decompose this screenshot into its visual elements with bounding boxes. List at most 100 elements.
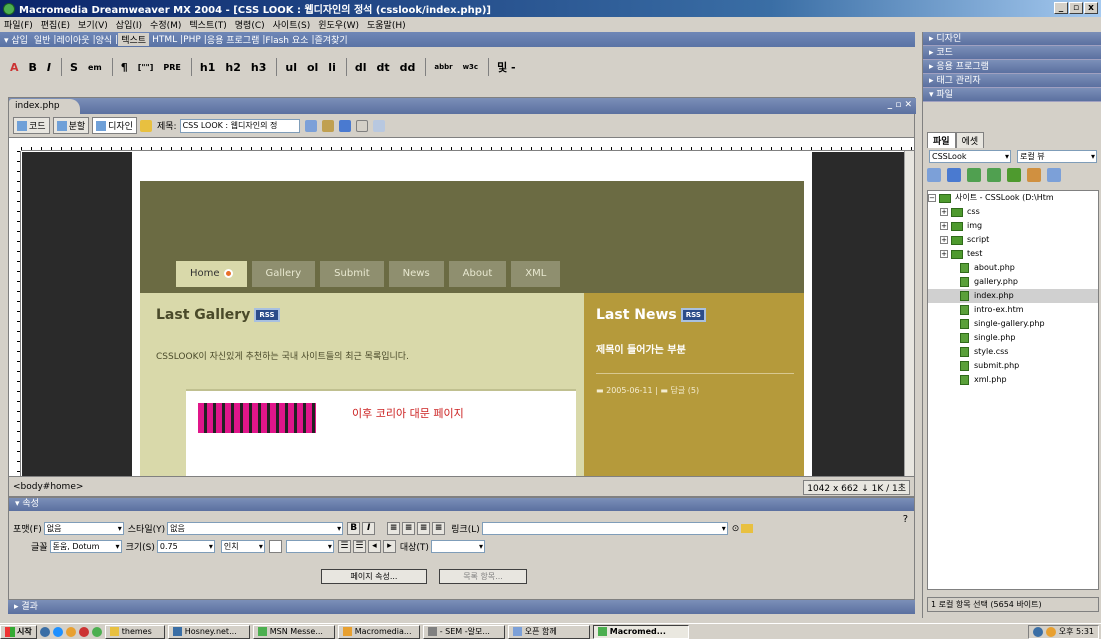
vertical-scrollbar[interactable] <box>904 151 914 476</box>
abbr-button[interactable]: abbr <box>434 63 452 71</box>
task-msn[interactable]: MSN Messe... <box>252 624 335 639</box>
strong-button[interactable]: S <box>70 61 78 74</box>
font-select[interactable]: 돋움, Dotum <box>49 540 122 553</box>
insert-tab-favorites[interactable]: 즐겨찾기 <box>314 33 347 46</box>
news-comments[interactable]: 답글 (5) <box>671 386 700 395</box>
task-open-share[interactable]: 오픈 함께 <box>507 624 590 639</box>
nav-news[interactable]: News <box>388 261 444 287</box>
justify-icon[interactable]: ≡ <box>432 522 446 535</box>
tab-assets[interactable]: 에셋 <box>955 132 985 148</box>
split-view-button[interactable]: 분할 <box>52 117 90 134</box>
task-themes[interactable]: themes <box>104 624 165 639</box>
acronym-button[interactable]: w3c <box>463 63 479 71</box>
task-macromedia[interactable]: Macromedia... <box>337 624 420 639</box>
quicklaunch-desktop-icon[interactable] <box>39 626 50 637</box>
design-view-button[interactable]: 디자인 <box>92 117 137 134</box>
unordered-list-icon[interactable]: ☰ <box>337 540 351 553</box>
nav-xml[interactable]: XML <box>511 261 561 287</box>
news-title[interactable]: 제목이 들어가는 부분 <box>596 341 686 356</box>
menu-insert[interactable]: 삽입(I) <box>116 18 142 31</box>
menu-modify[interactable]: 수정(M) <box>150 18 181 31</box>
get-files-icon[interactable] <box>967 168 981 182</box>
tree-file[interactable]: xml.php <box>928 373 1098 387</box>
nav-about[interactable]: About <box>448 261 507 287</box>
help-icon[interactable]: ? <box>903 514 908 525</box>
insert-tab-common[interactable]: 일반 <box>34 33 51 46</box>
paragraph-button[interactable]: ¶ <box>121 61 128 74</box>
tree-file[interactable]: about.php <box>928 261 1098 275</box>
tree-file-selected[interactable]: index.php <box>928 289 1098 303</box>
dl-button[interactable]: dl <box>355 61 367 74</box>
results-panel-header[interactable]: ▸ 결과 <box>8 600 915 614</box>
tree-file[interactable]: gallery.php <box>928 275 1098 289</box>
insert-tab-php[interactable]: PHP <box>183 35 201 45</box>
nav-submit[interactable]: Submit <box>320 261 384 287</box>
quicklaunch-app-icon[interactable] <box>78 626 89 637</box>
link-input[interactable] <box>481 522 728 535</box>
panel-application[interactable]: ▸ 응용 프로그램 <box>923 60 1101 74</box>
gallery-card[interactable]: 이후 코리아 대문 페이지 <box>186 389 576 476</box>
style-select[interactable]: 없음 <box>167 522 344 535</box>
bold-button[interactable]: B <box>29 61 37 74</box>
site-select[interactable]: CSSLook <box>929 150 1011 163</box>
pre-button[interactable]: PRE <box>163 63 181 72</box>
outdent-icon[interactable]: ◂ <box>367 540 381 553</box>
panel-files[interactable]: ▾ 파일 <box>923 88 1101 102</box>
browser-check-icon[interactable] <box>338 119 351 132</box>
design-canvas[interactable]: Home Gallery Submit News About XML Last … <box>22 152 905 476</box>
tree-file[interactable]: single-gallery.php <box>928 317 1098 331</box>
h1-button[interactable]: h1 <box>200 61 216 74</box>
unit-select[interactable]: 인치 <box>220 540 265 553</box>
connect-icon[interactable] <box>927 168 941 182</box>
size-select[interactable]: 0.75 <box>156 540 215 553</box>
menu-site[interactable]: 사이트(S) <box>273 18 311 31</box>
tree-folder[interactable]: + img <box>928 219 1098 233</box>
gallery-card-title[interactable]: 이후 코리아 대문 페이지 <box>352 405 464 421</box>
h3-button[interactable]: h3 <box>251 61 267 74</box>
rss-badge[interactable]: RSS <box>680 308 706 322</box>
text-color-input[interactable] <box>285 540 334 553</box>
tree-file[interactable]: intro-ex.htm <box>928 303 1098 317</box>
document-title-input[interactable]: CSS LOOK : 웹디자인의 정 <box>179 118 300 133</box>
put-files-icon[interactable] <box>987 168 1001 182</box>
list-item-button[interactable]: 목록 항목... <box>439 569 527 584</box>
align-left-icon[interactable]: ≡ <box>387 522 401 535</box>
document-tab[interactable]: index.php <box>9 99 80 114</box>
insert-tab-flash[interactable]: Flash 요소 <box>265 33 308 46</box>
panel-code[interactable]: ▸ 코드 <box>923 46 1101 60</box>
insert-tab-layout[interactable]: 레이아웃 <box>56 33 89 46</box>
dt-button[interactable]: dt <box>377 61 390 74</box>
tray-network-icon[interactable] <box>1032 627 1043 637</box>
tree-root[interactable]: − 사이트 - CSSLook (D:\Htm <box>928 191 1098 205</box>
em-button[interactable]: em <box>88 63 102 72</box>
rss-badge[interactable]: RSS <box>254 308 280 322</box>
nav-home[interactable]: Home <box>176 261 247 287</box>
insert-tab-forms[interactable]: 양식 <box>96 33 113 46</box>
code-view-button[interactable]: 코드 <box>13 117 50 134</box>
tray-volume-icon[interactable] <box>1045 627 1056 637</box>
align-center-icon[interactable]: ≡ <box>402 522 416 535</box>
h2-button[interactable]: h2 <box>225 61 241 74</box>
nav-gallery[interactable]: Gallery <box>251 261 316 287</box>
tag-selector[interactable]: <body#home> <box>13 482 83 492</box>
indent-icon[interactable]: ▸ <box>382 540 396 553</box>
task-sem[interactable]: - SEM -알모... <box>422 624 505 639</box>
file-management-icon[interactable] <box>304 119 317 132</box>
document-close-icon[interactable]: _ ▫ ✕ <box>888 100 912 110</box>
quicklaunch-dreamweaver-icon[interactable] <box>91 626 102 637</box>
menu-commands[interactable]: 명령(C) <box>235 18 265 31</box>
blockquote-button[interactable]: [""] <box>138 63 154 72</box>
tree-folder[interactable]: + css <box>928 205 1098 219</box>
tree-file[interactable]: style.css <box>928 345 1098 359</box>
insert-bar-toggle[interactable]: ▾ 삽입 <box>4 33 28 46</box>
target-select[interactable] <box>430 540 485 553</box>
task-dreamweaver[interactable]: Macromed... <box>592 624 689 639</box>
menu-edit[interactable]: 편집(E) <box>41 18 70 31</box>
refresh-icon[interactable] <box>355 119 368 132</box>
maximize-button[interactable]: ▫ <box>1069 2 1083 14</box>
menu-view[interactable]: 보기(V) <box>78 18 108 31</box>
close-button[interactable]: x <box>1084 2 1098 14</box>
collapse-icon[interactable]: − <box>928 194 936 202</box>
text-color-swatch[interactable] <box>268 540 282 553</box>
page-properties-button[interactable]: 페이지 속성... <box>321 569 427 584</box>
